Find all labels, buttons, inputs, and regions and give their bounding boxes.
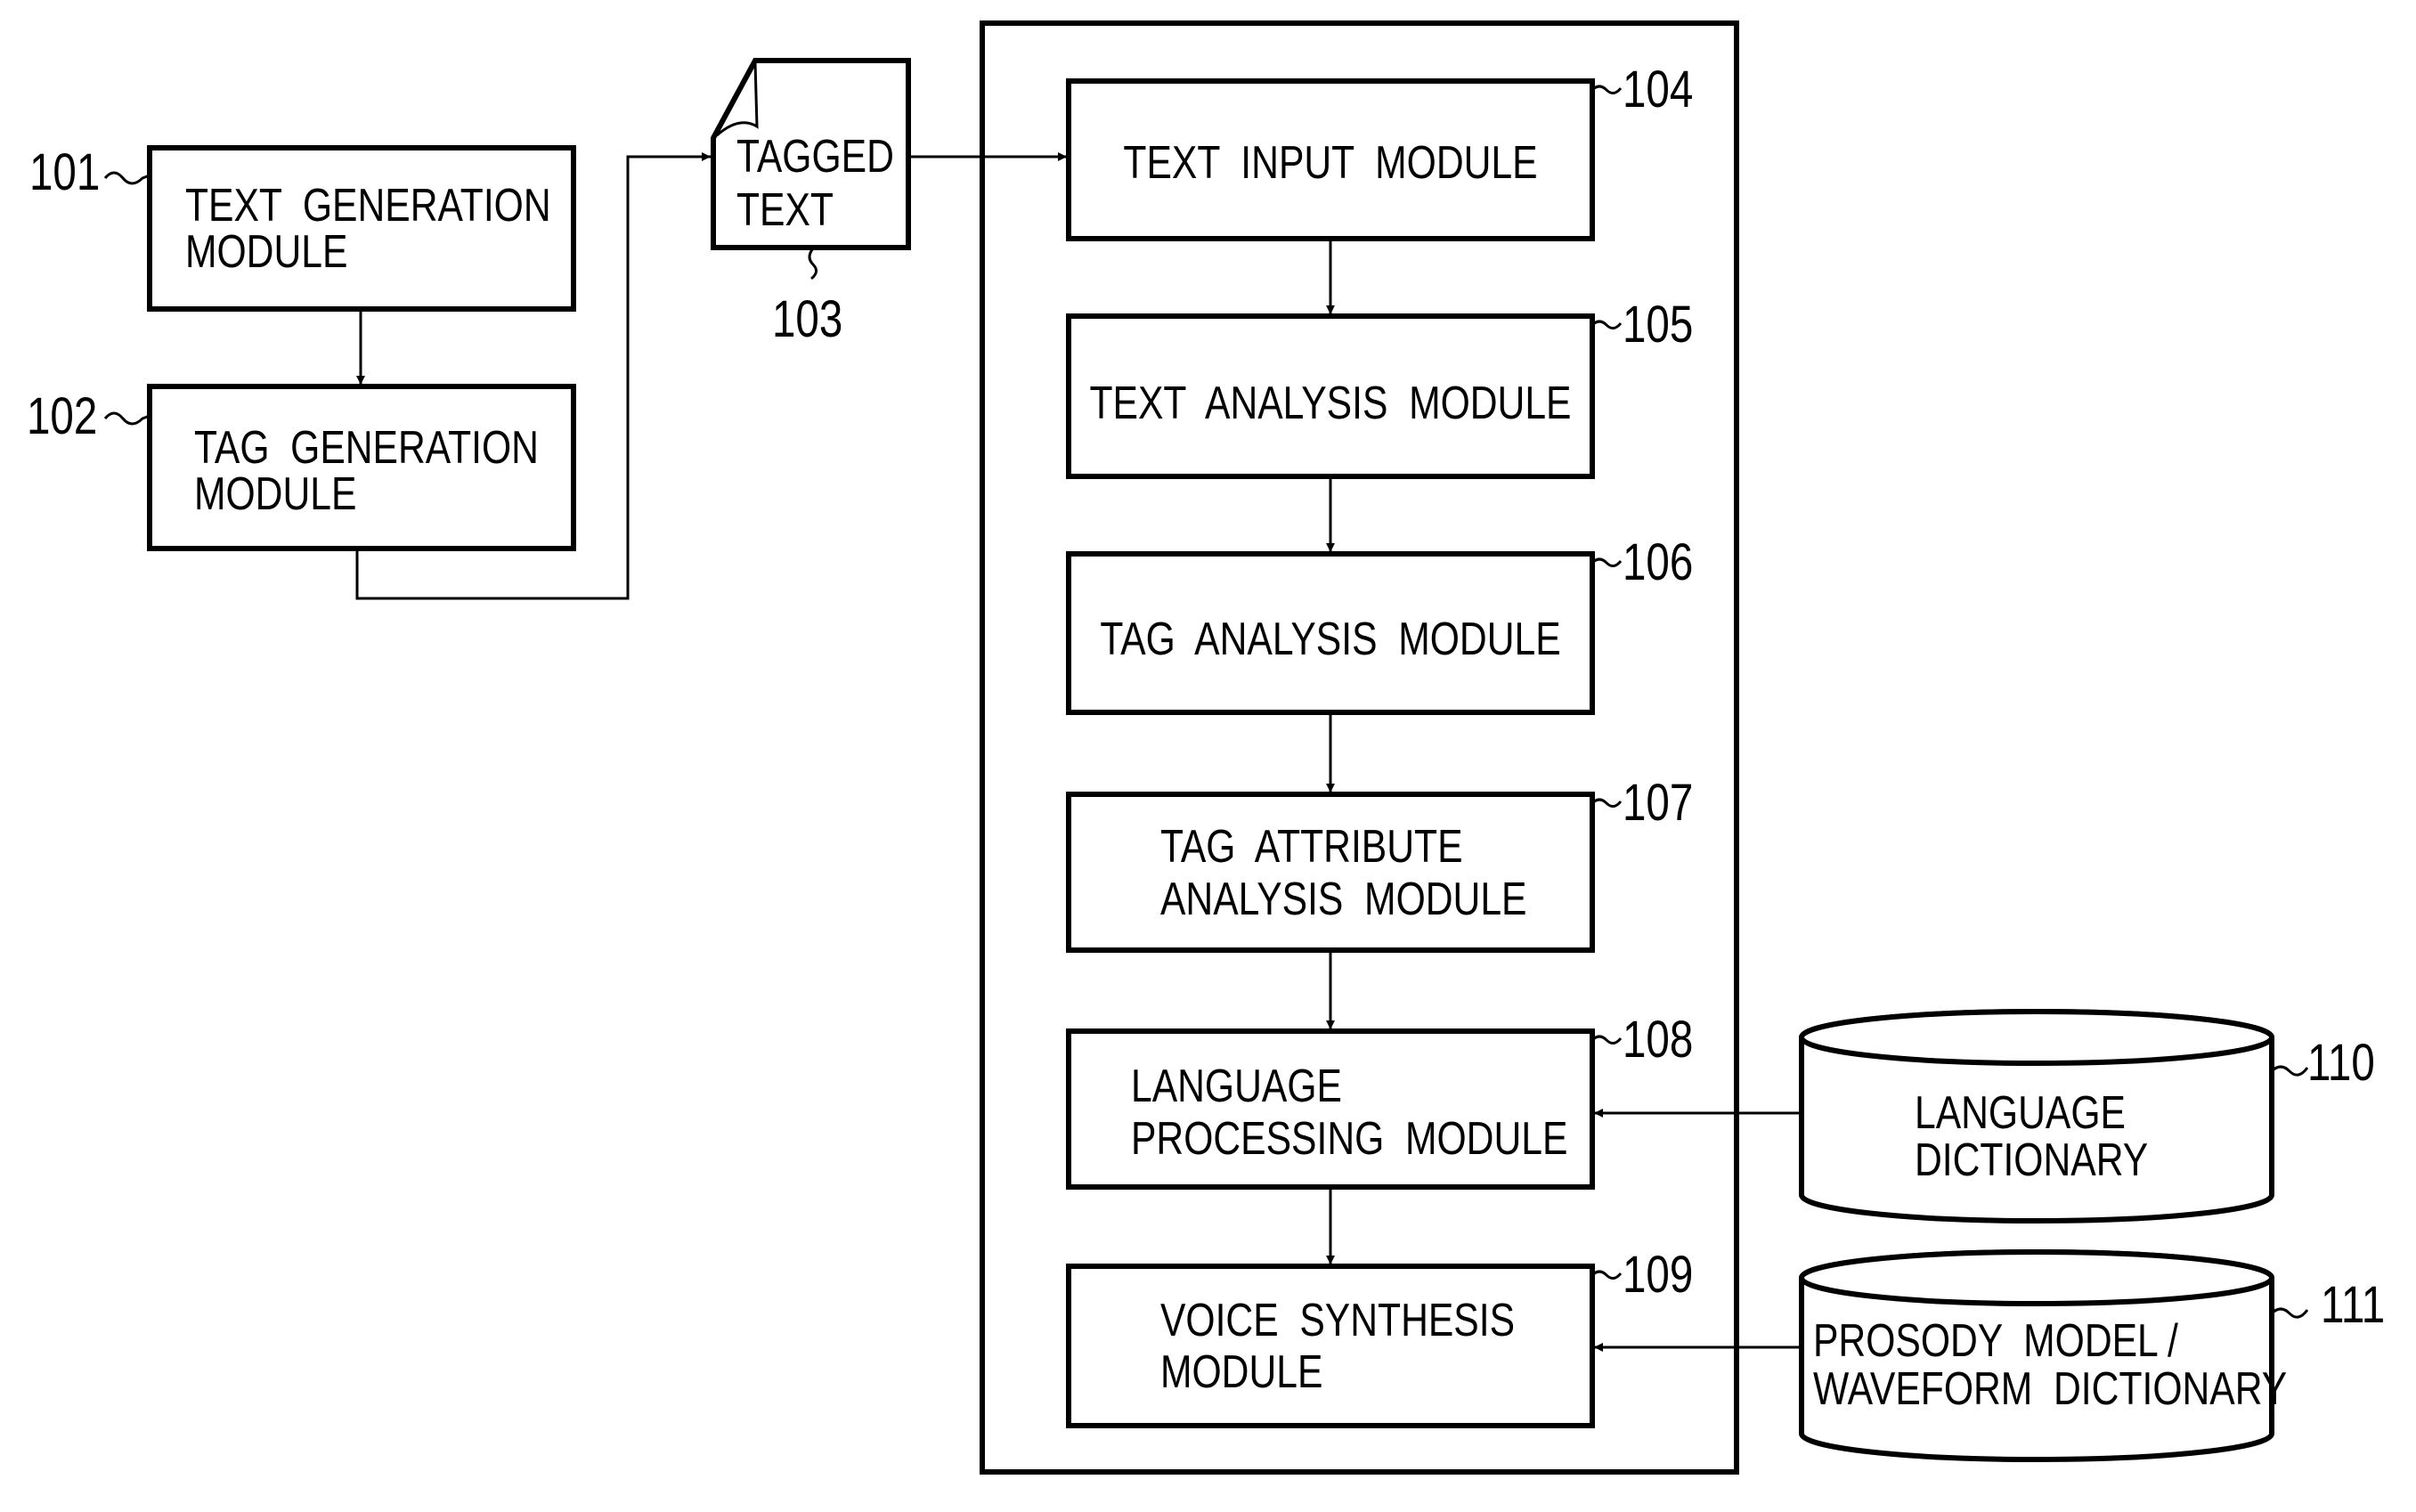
prosody-waveform-dictionary-label-line2: WAVEFORM DICTIONARY xyxy=(1813,1363,2287,1415)
tilde-111-icon xyxy=(2270,1307,2309,1319)
text-generation-label-line2: MODULE xyxy=(185,226,347,278)
tilde-102-icon xyxy=(103,411,150,426)
language-processing-label-line1: LANGUAGE xyxy=(1131,1061,1342,1112)
ref-108: 108 xyxy=(1623,1012,1693,1069)
ref-110: 110 xyxy=(2307,1035,2375,1093)
tag-attribute-analysis-label-line2: ANALYSIS MODULE xyxy=(1160,874,1526,925)
voice-synthesis-module: VOICE SYNTHESISMODULE xyxy=(1066,1264,1595,1428)
text-input-label-line1: TEXT INPUT MODULE xyxy=(1123,137,1537,189)
tag-generation-label-line1: TAG GENERATION xyxy=(194,422,539,474)
tilde-110-icon xyxy=(2270,1065,2309,1077)
ref-107: 107 xyxy=(1623,775,1693,833)
tilde-106-icon xyxy=(1590,557,1623,567)
ref-101: 101 xyxy=(29,144,100,202)
text-analysis-label-line1: TEXT ANALYSIS MODULE xyxy=(1089,378,1571,429)
module-column: TEXT INPUT MODULE 104 TEXT ANALYSIS MODULE… xyxy=(1066,61,1693,1428)
tagged-text-document: TAGGED TEXT xyxy=(711,58,911,250)
ref-106: 106 xyxy=(1623,534,1693,592)
language-processing-module: LANGUAGEPROCESSING MODULE xyxy=(1066,1028,1595,1190)
tag-attribute-analysis-label-line1: TAG ATTRIBUTE xyxy=(1160,821,1463,873)
tilde-101-icon xyxy=(103,171,150,185)
language-dictionary-label-line1: LANGUAGE xyxy=(1915,1087,2126,1139)
tilde-109-icon xyxy=(1590,1270,1623,1280)
tilde-104-icon xyxy=(1590,85,1623,94)
database-column: LANGUAGEDICTIONARY 110 PROSODY MODEL /WAVE… xyxy=(1594,1009,2385,1462)
prosody-waveform-dictionary-label-line1: PROSODY MODEL / xyxy=(1813,1315,2179,1367)
tag-analysis-label-line1: TAG ANALYSIS MODULE xyxy=(1100,614,1560,665)
tagged-text-label-line2: TEXT xyxy=(736,184,834,236)
ref-102: 102 xyxy=(27,388,97,446)
prosody-waveform-dictionary-database: PROSODY MODEL /WAVEFORM DICTIONARY xyxy=(1799,1249,2287,1462)
voice-synthesis-label-line1: VOICE SYNTHESIS xyxy=(1160,1295,1515,1346)
ref-111: 111 xyxy=(2321,1277,2385,1335)
tilde-107-icon xyxy=(1590,798,1623,808)
block-diagram: TEXT GENERATION MODULE 101 TAG GENERATIO… xyxy=(27,20,2385,1475)
tag-analysis-module: TAG ANALYSIS MODULE xyxy=(1066,551,1595,715)
tilde-108-icon xyxy=(1590,1035,1623,1045)
ref-109: 109 xyxy=(1623,1247,1693,1305)
tagged-text-label-line1: TAGGED xyxy=(736,131,894,183)
tilde-103-icon xyxy=(808,248,818,280)
language-processing-label-line2: PROCESSING MODULE xyxy=(1131,1113,1567,1165)
tag-generation-module: TAG GENERATION MODULE xyxy=(147,384,576,551)
language-dictionary-database: LANGUAGEDICTIONARY xyxy=(1799,1009,2274,1223)
ref-103: 103 xyxy=(772,291,842,349)
language-dictionary-label-line2: DICTIONARY xyxy=(1915,1134,2148,1186)
text-generation-label-line1: TEXT GENERATION xyxy=(185,180,551,232)
ref-104: 104 xyxy=(1623,61,1693,119)
text-analysis-module: TEXT ANALYSIS MODULE xyxy=(1066,313,1595,479)
text-generation-module: TEXT GENERATION MODULE xyxy=(147,145,576,312)
voice-synthesis-label-line2: MODULE xyxy=(1160,1346,1322,1398)
tilde-105-icon xyxy=(1590,320,1623,329)
text-input-module: TEXT INPUT MODULE xyxy=(1066,78,1595,241)
ref-105: 105 xyxy=(1623,297,1693,354)
tag-attribute-analysis-module: TAG ATTRIBUTEANALYSIS MODULE xyxy=(1066,792,1595,953)
tag-generation-label-line2: MODULE xyxy=(194,468,356,520)
